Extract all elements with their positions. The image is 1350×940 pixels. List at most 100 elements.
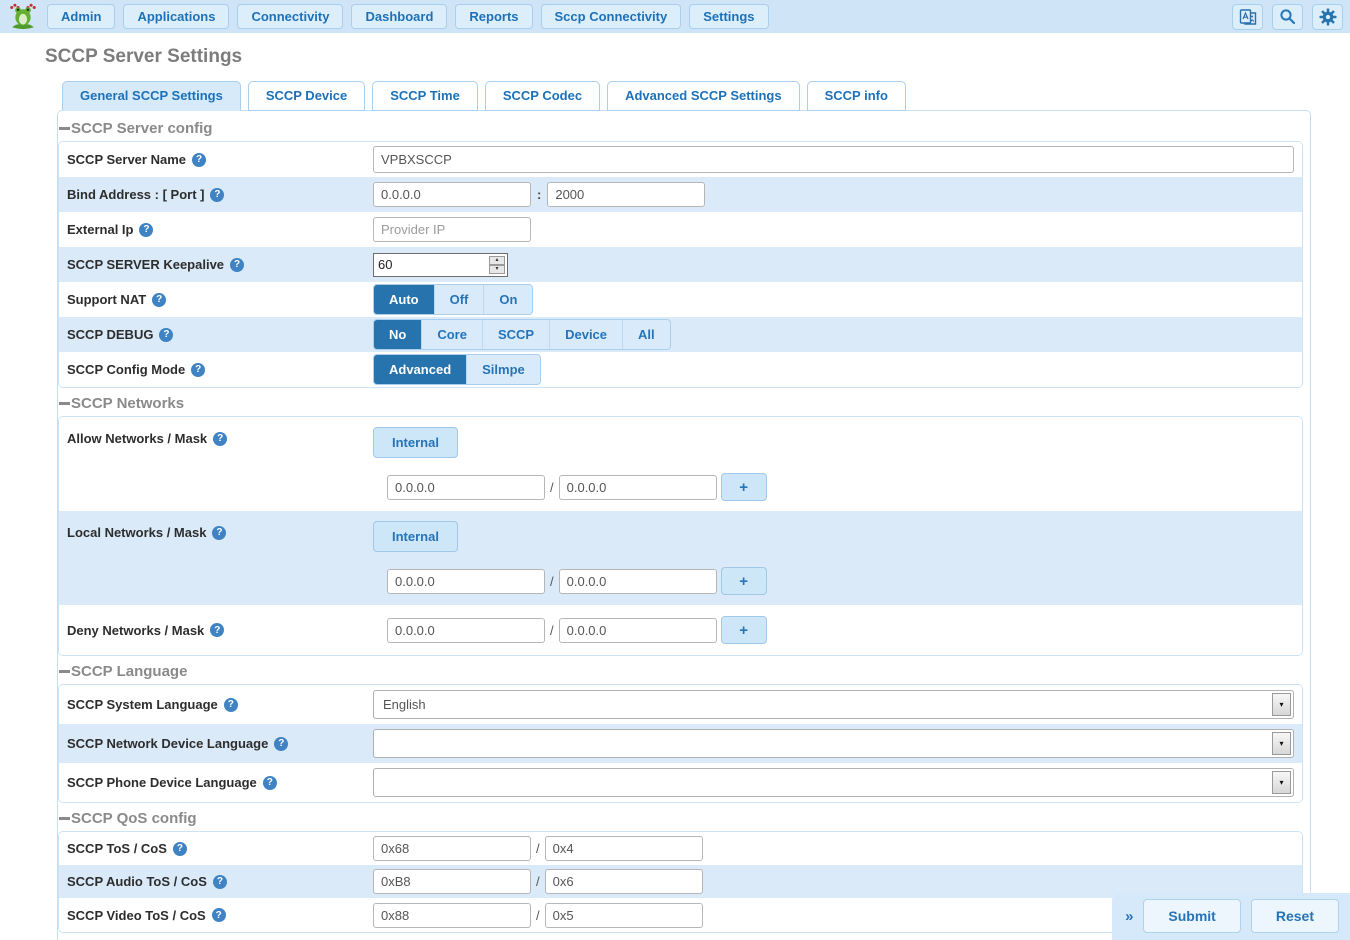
section-header-qos[interactable]: SCCP QoS config <box>59 810 1303 827</box>
deny-mask-input[interactable] <box>559 618 717 643</box>
gear-icon[interactable] <box>1312 4 1343 30</box>
local-internal-button[interactable]: Internal <box>373 521 458 552</box>
help-icon[interactable]: ? <box>173 842 187 856</box>
debug-device-button[interactable]: Device <box>549 320 622 349</box>
local-mask-input[interactable] <box>559 569 717 594</box>
local-add-button[interactable]: + <box>721 567 767 595</box>
allow-internal-button[interactable]: Internal <box>373 427 458 458</box>
select-arrow-icon[interactable]: ▾ <box>1272 732 1291 755</box>
language-icon[interactable] <box>1232 4 1263 30</box>
support-nat-on-button[interactable]: On <box>483 285 532 314</box>
field-label: SCCP SERVER Keepalive ? <box>67 257 373 272</box>
debug-core-button[interactable]: Core <box>421 320 482 349</box>
allow-add-button[interactable]: + <box>721 473 767 501</box>
collapse-icon <box>59 127 70 130</box>
debug-all-button[interactable]: All <box>622 320 670 349</box>
system-language-select[interactable]: English ▾ <box>373 690 1294 719</box>
help-icon[interactable]: ? <box>139 223 153 237</box>
bind-port-input[interactable] <box>547 182 705 207</box>
help-icon[interactable]: ? <box>263 776 277 790</box>
tab-sccp-codec[interactable]: SCCP Codec <box>485 81 600 111</box>
help-icon[interactable]: ? <box>274 737 288 751</box>
help-icon[interactable]: ? <box>212 526 226 540</box>
collapse-icon <box>59 402 70 405</box>
config-mode-simple-button[interactable]: Silmpe <box>466 355 540 384</box>
help-icon[interactable]: ? <box>213 432 227 446</box>
nav-item-applications[interactable]: Applications <box>123 4 229 29</box>
reset-button[interactable]: Reset <box>1251 899 1339 933</box>
nav-item-connectivity[interactable]: Connectivity <box>237 4 343 29</box>
help-icon[interactable]: ? <box>192 153 206 167</box>
keepalive-input[interactable] <box>373 253 508 277</box>
section-title: SCCP Server config <box>71 120 212 137</box>
tab-sccp-info[interactable]: SCCP info <box>807 81 906 111</box>
row-keepalive: SCCP SERVER Keepalive ? ▴ ▾ <box>59 247 1302 282</box>
tab-advanced-sccp-settings[interactable]: Advanced SCCP Settings <box>607 81 800 111</box>
nav-item-admin[interactable]: Admin <box>47 4 115 29</box>
allow-mask-input[interactable] <box>559 475 717 500</box>
help-icon[interactable]: ? <box>210 188 224 202</box>
video-tos-input[interactable] <box>373 903 531 928</box>
help-icon[interactable]: ? <box>210 623 224 637</box>
field-label: Support NAT ? <box>67 292 373 307</box>
help-icon[interactable]: ? <box>152 293 166 307</box>
debug-sccp-button[interactable]: SCCP <box>482 320 549 349</box>
support-nat-off-button[interactable]: Off <box>434 285 484 314</box>
spinner-down-icon[interactable]: ▾ <box>489 265 505 274</box>
field-label: Allow Networks / Mask ? <box>67 417 373 446</box>
collapse-icon <box>59 670 70 673</box>
slash-separator: / <box>536 908 540 923</box>
support-nat-auto-button[interactable]: Auto <box>374 285 434 314</box>
help-icon[interactable]: ? <box>230 258 244 272</box>
deny-add-button[interactable]: + <box>721 616 767 644</box>
row-bind-address: Bind Address : [ Port ] ? : <box>59 177 1302 212</box>
debug-no-button[interactable]: No <box>374 320 421 349</box>
slash-separator: / <box>536 841 540 856</box>
help-icon[interactable]: ? <box>212 908 226 922</box>
frog-logo-icon[interactable] <box>7 3 39 31</box>
bind-address-input[interactable] <box>373 182 531 207</box>
section-header-language[interactable]: SCCP Language <box>59 663 1303 680</box>
number-spinner[interactable]: ▴ ▾ <box>489 256 505 274</box>
nav-item-dashboard[interactable]: Dashboard <box>351 4 447 29</box>
row-server-name: SCCP Server Name ? <box>59 142 1302 177</box>
phone-device-language-select[interactable]: ▾ <box>373 768 1294 797</box>
row-config-mode: SCCP Config Mode ? Advanced Silmpe <box>59 352 1302 387</box>
help-icon[interactable]: ? <box>213 875 227 889</box>
select-arrow-icon[interactable]: ▾ <box>1272 693 1291 716</box>
sccp-tos-input[interactable] <box>373 836 531 861</box>
tab-sccp-device[interactable]: SCCP Device <box>248 81 365 111</box>
select-arrow-icon[interactable]: ▾ <box>1272 771 1291 794</box>
nav-item-sccp-connectivity[interactable]: Sccp Connectivity <box>541 4 682 29</box>
allow-network-input[interactable] <box>387 475 545 500</box>
submit-button[interactable]: Submit <box>1143 899 1240 933</box>
server-name-input[interactable] <box>373 146 1294 173</box>
colon-separator: : <box>537 187 541 202</box>
settings-tabs: General SCCP Settings SCCP Device SCCP T… <box>62 81 1350 110</box>
tab-sccp-time[interactable]: SCCP Time <box>372 81 478 111</box>
audio-tos-input[interactable] <box>373 869 531 894</box>
field-label: SCCP Server Name ? <box>67 152 373 167</box>
help-icon[interactable]: ? <box>159 328 173 342</box>
local-network-input[interactable] <box>387 569 545 594</box>
tab-general-sccp-settings[interactable]: General SCCP Settings <box>62 81 241 111</box>
search-icon[interactable] <box>1272 4 1303 30</box>
nav-item-settings[interactable]: Settings <box>689 4 768 29</box>
sccp-cos-input[interactable] <box>545 836 703 861</box>
config-mode-advanced-button[interactable]: Advanced <box>374 355 466 384</box>
slash-separator: / <box>550 574 554 589</box>
nav-item-reports[interactable]: Reports <box>455 4 532 29</box>
spinner-up-icon[interactable]: ▴ <box>489 256 505 265</box>
external-ip-input[interactable] <box>373 217 531 242</box>
collapse-actions-icon[interactable]: » <box>1125 908 1133 925</box>
field-label: SCCP System Language ? <box>67 697 373 712</box>
section-header-server-config[interactable]: SCCP Server config <box>59 120 1303 137</box>
help-icon[interactable]: ? <box>224 698 238 712</box>
video-cos-input[interactable] <box>545 903 703 928</box>
network-device-language-select[interactable]: ▾ <box>373 729 1294 758</box>
section-header-networks[interactable]: SCCP Networks <box>59 395 1303 412</box>
row-sccp-tos: SCCP ToS / CoS ? / <box>59 832 1302 865</box>
audio-cos-input[interactable] <box>545 869 703 894</box>
deny-network-input[interactable] <box>387 618 545 643</box>
help-icon[interactable]: ? <box>191 363 205 377</box>
